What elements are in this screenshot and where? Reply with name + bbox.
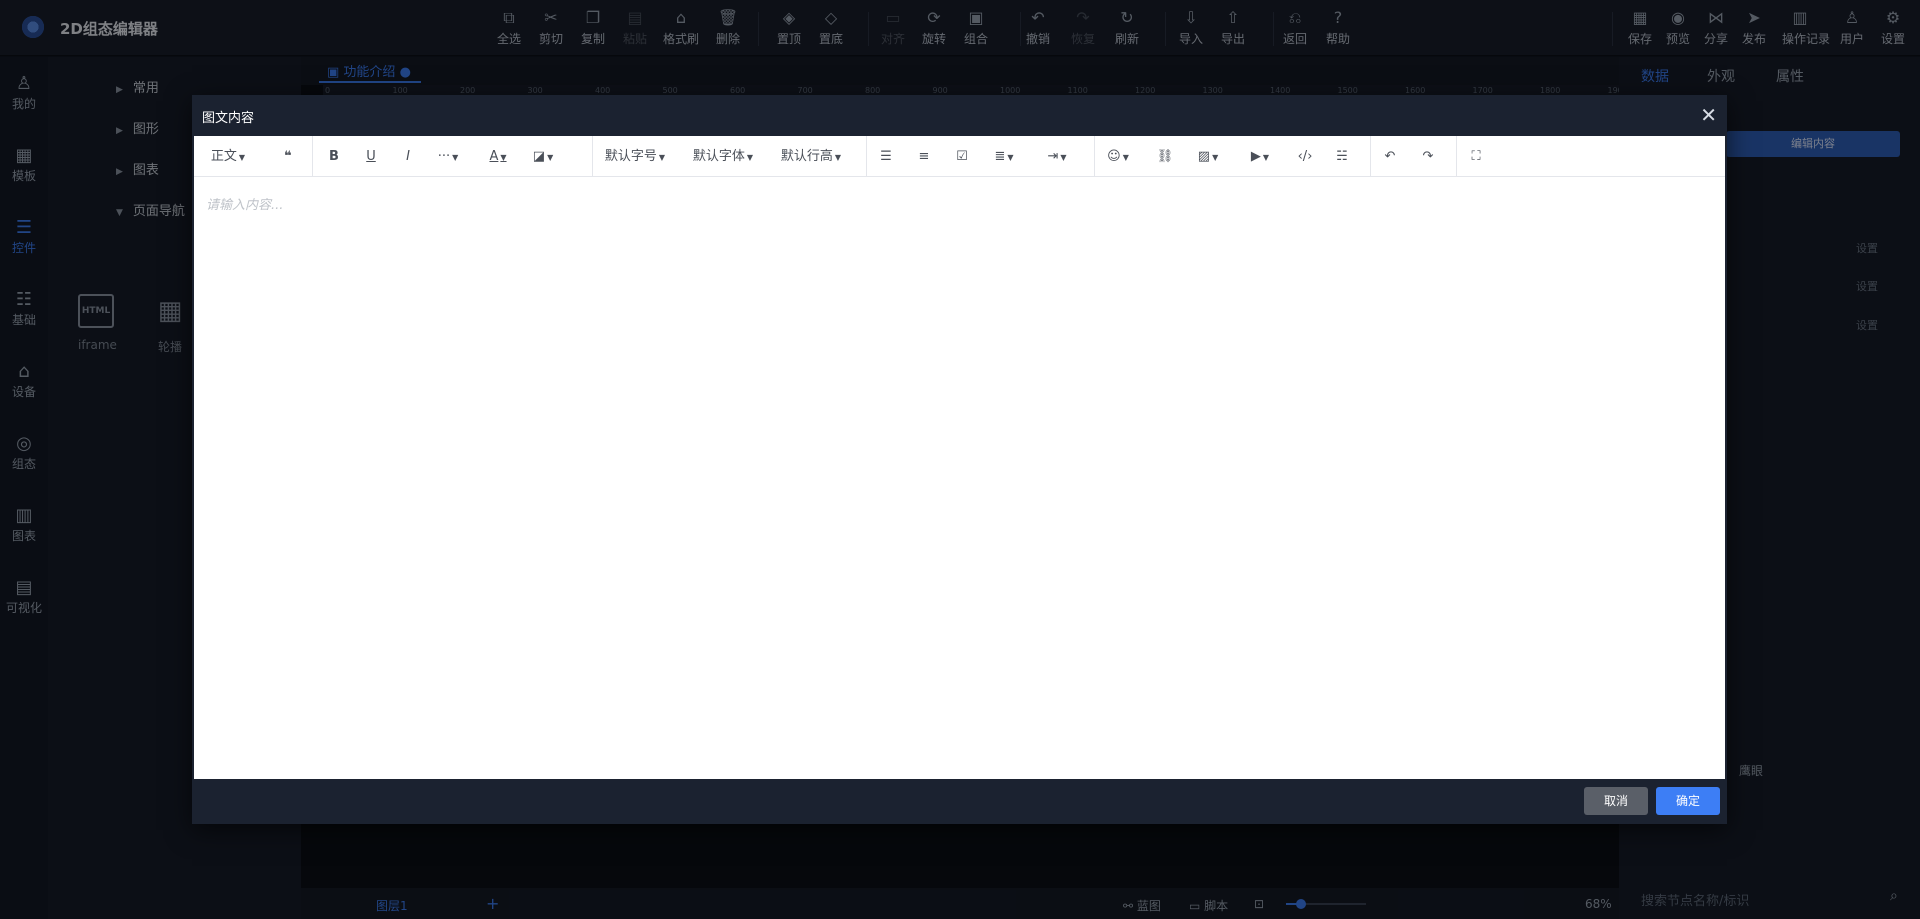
cancel-button[interactable]: 取消 (1584, 787, 1648, 815)
todo-icon[interactable]: ☑ (952, 146, 972, 168)
font-family-select[interactable]: 默认字体 ▼ (690, 146, 756, 168)
rich-text-dialog: 图文内容 ✕ 正文 ▼ ❝ B U I ··· ▼ A ▼ ◪ ▼ 默认字号 ▼ 默认字体… (192, 95, 1727, 824)
bullet-list-icon[interactable]: ☰ (876, 146, 896, 168)
italic-icon[interactable]: I (398, 146, 418, 168)
heading-select[interactable]: 正文 ▼ (208, 146, 248, 168)
dialog-title: 图文内容 (202, 111, 255, 126)
redo-icon[interactable]: ↷ (1418, 146, 1438, 168)
bold-icon[interactable]: B (324, 146, 344, 168)
video-icon[interactable]: ▶ ▼ (1246, 146, 1274, 168)
dialog-footer: 取消 确定 (192, 779, 1727, 824)
editor-placeholder: 请输入内容... (206, 198, 284, 213)
numbered-list-icon[interactable]: ≡ (914, 146, 934, 168)
fullscreen-icon[interactable]: ⛶ (1466, 146, 1486, 168)
underline-icon[interactable]: U (361, 146, 381, 168)
quote-icon[interactable]: ❝ (278, 146, 298, 168)
line-height-select[interactable]: 默认行高 ▼ (778, 146, 844, 168)
editor-toolbar: 正文 ▼ ❝ B U I ··· ▼ A ▼ ◪ ▼ 默认字号 ▼ 默认字体 ▼ 默认行高 ▼… (194, 136, 1725, 177)
indent-icon[interactable]: ⇥ ▼ (1043, 146, 1071, 168)
divider-icon[interactable]: ☵ (1332, 146, 1352, 168)
background-color-icon[interactable]: ◪ ▼ (529, 146, 557, 168)
font-color-icon[interactable]: A ▼ (484, 146, 512, 168)
rich-text-editor[interactable]: 正文 ▼ ❝ B U I ··· ▼ A ▼ ◪ ▼ 默认字号 ▼ 默认字体 ▼ 默认行高 ▼… (194, 136, 1725, 779)
undo-icon[interactable]: ↶ (1380, 146, 1400, 168)
confirm-button[interactable]: 确定 (1656, 787, 1720, 815)
font-size-select[interactable]: 默认字号 ▼ (602, 146, 668, 168)
image-icon[interactable]: ▨ ▼ (1194, 146, 1222, 168)
link-icon[interactable]: ⛓ (1155, 146, 1175, 168)
emoji-icon[interactable]: ☺ ▼ (1104, 146, 1132, 168)
more-icon[interactable]: ··· ▼ (434, 146, 462, 168)
close-icon[interactable]: ✕ (1700, 103, 1717, 127)
align-icon[interactable]: ≣ ▼ (990, 146, 1018, 168)
code-icon[interactable]: ‹/› (1294, 146, 1316, 168)
